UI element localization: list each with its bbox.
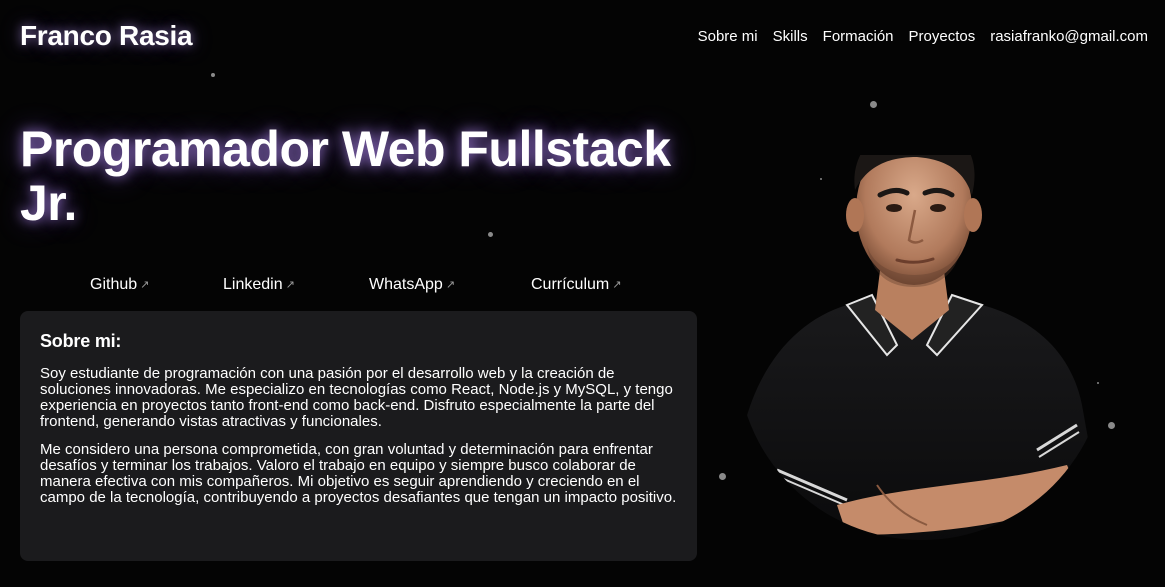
github-link[interactable]: Github ↗ — [90, 276, 149, 294]
background-star — [211, 73, 215, 77]
main-nav: Sobre mi Skills Formación Proyectos rasi… — [698, 28, 1148, 45]
background-star — [1108, 422, 1115, 429]
nav-link-email[interactable]: rasiafranko@gmail.com — [990, 28, 1148, 45]
whatsapp-link[interactable]: WhatsApp ↗ — [369, 276, 455, 294]
about-heading: Sobre mi: — [40, 331, 122, 351]
about-paragraph: Me considero una persona comprometida, c… — [40, 441, 677, 506]
link-label: Currículum — [531, 276, 610, 293]
hero-title: Programador Web Fullstack Jr. — [20, 121, 671, 231]
curriculum-link[interactable]: Currículum ↗ — [531, 276, 621, 294]
link-label: WhatsApp — [369, 276, 443, 293]
nav-link-sobre-mi[interactable]: Sobre mi — [698, 28, 758, 45]
brand-logo[interactable]: Franco Rasia — [20, 20, 193, 52]
nav-link-formacion[interactable]: Formación — [823, 28, 894, 45]
about-card: Sobre mi: Soy estudiante de programación… — [20, 311, 697, 561]
background-star — [488, 232, 493, 237]
profile-photo — [737, 105, 1107, 545]
profile-portrait — [737, 155, 1107, 540]
about-paragraph: Soy estudiante de programación con una p… — [40, 365, 673, 430]
portfolio-page: Franco Rasia Sobre mi Skills Formación P… — [0, 0, 1165, 587]
external-arrow-icon: ↗ — [285, 279, 295, 291]
nav-link-skills[interactable]: Skills — [773, 28, 808, 45]
background-star — [719, 473, 726, 480]
external-arrow-icon: ↗ — [140, 279, 150, 291]
nav-link-proyectos[interactable]: Proyectos — [909, 28, 976, 45]
link-label: Github — [90, 276, 138, 293]
social-links: Github ↗ Linkedin ↗ WhatsApp ↗ Currículum ↗ — [0, 276, 716, 298]
linkedin-link[interactable]: Linkedin ↗ — [223, 276, 295, 294]
link-label: Linkedin — [223, 276, 283, 293]
external-arrow-icon: ↗ — [445, 279, 456, 291]
external-arrow-icon: ↗ — [612, 279, 622, 291]
